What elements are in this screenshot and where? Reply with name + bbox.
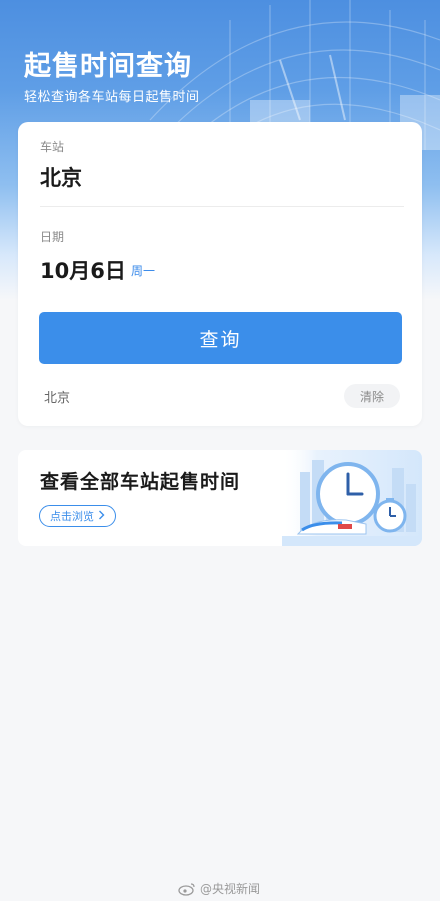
weibo-watermark: @央视新闻 bbox=[178, 880, 260, 897]
banner-title: 查看全部车站起售时间 bbox=[40, 471, 241, 493]
browse-button[interactable]: 点击浏览 bbox=[39, 505, 116, 527]
clear-history-button[interactable]: 清除 bbox=[344, 384, 400, 408]
weibo-icon bbox=[178, 882, 196, 896]
history-item[interactable]: 北京 bbox=[44, 387, 70, 406]
divider bbox=[40, 206, 404, 207]
watermark-text: @央视新闻 bbox=[200, 882, 261, 896]
all-stations-banner[interactable]: 查看全部车站起售时间 点击浏览 bbox=[18, 450, 422, 546]
page-subtitle: 轻松查询各车站每日起售时间 bbox=[24, 90, 200, 105]
weekday-label: 周一 bbox=[131, 264, 156, 278]
date-field[interactable]: 10月6日 bbox=[40, 255, 126, 285]
chevron-right-icon bbox=[98, 510, 105, 523]
page-title: 起售时间查询 bbox=[24, 51, 192, 82]
query-card: 车站 北京 日期 10月6日 周一 查询 北京 清除 bbox=[18, 122, 422, 426]
browse-button-label: 点击浏览 bbox=[50, 510, 94, 523]
clock-train-illustration bbox=[282, 450, 422, 546]
station-field[interactable]: 北京 bbox=[40, 162, 82, 192]
station-label: 车站 bbox=[40, 140, 65, 154]
date-label: 日期 bbox=[40, 230, 65, 244]
query-button[interactable]: 查询 bbox=[39, 312, 402, 364]
